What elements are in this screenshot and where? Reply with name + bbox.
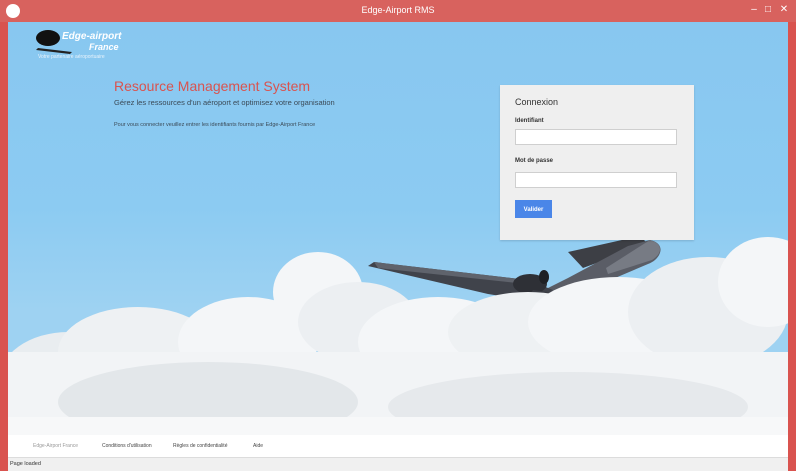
logo-tagline: Votre partenaire aéroportuaire — [38, 54, 105, 60]
login-heading: Connexion — [515, 97, 559, 107]
password-label: Mot de passe — [515, 158, 554, 164]
page-content: Edge-airport France Votre partenaire aér… — [8, 22, 788, 435]
logo-name: Edge-airport — [62, 31, 122, 42]
submit-button[interactable]: Valider — [515, 200, 552, 218]
footer-link-privacy[interactable]: Règles de confidentialité — [173, 443, 227, 449]
hero-title: Resource Management System — [114, 78, 311, 94]
footer: Edge-Airport France Conditions d'utilisa… — [8, 435, 788, 457]
window-title: Edge-Airport RMS — [361, 5, 435, 15]
status-bar: Page loaded — [8, 457, 788, 471]
username-input[interactable] — [515, 129, 677, 145]
logo-country: France — [89, 42, 119, 52]
hero-note: Pour vous connecter veuillez entrer les … — [114, 122, 316, 128]
close-button[interactable]: ✕ — [776, 3, 792, 17]
footer-link-help[interactable]: Aide — [253, 443, 263, 449]
password-input[interactable] — [515, 172, 677, 188]
maximize-button[interactable]: □ — [760, 3, 776, 17]
footer-link-company[interactable]: Edge-Airport France — [33, 443, 78, 449]
status-text: Page loaded — [10, 461, 41, 467]
brand-logo: Edge-airport France Votre partenaire aér… — [34, 26, 144, 64]
username-label: Identifiant — [515, 118, 544, 124]
footer-link-terms[interactable]: Conditions d'utilisation — [102, 443, 152, 449]
login-card: Connexion Identifiant Mot de passe Valid… — [500, 85, 694, 240]
hero-subtitle: Gérez les ressources d'un aéroport et op… — [114, 98, 335, 107]
window-titlebar: Edge-Airport RMS – □ ✕ — [0, 0, 796, 22]
